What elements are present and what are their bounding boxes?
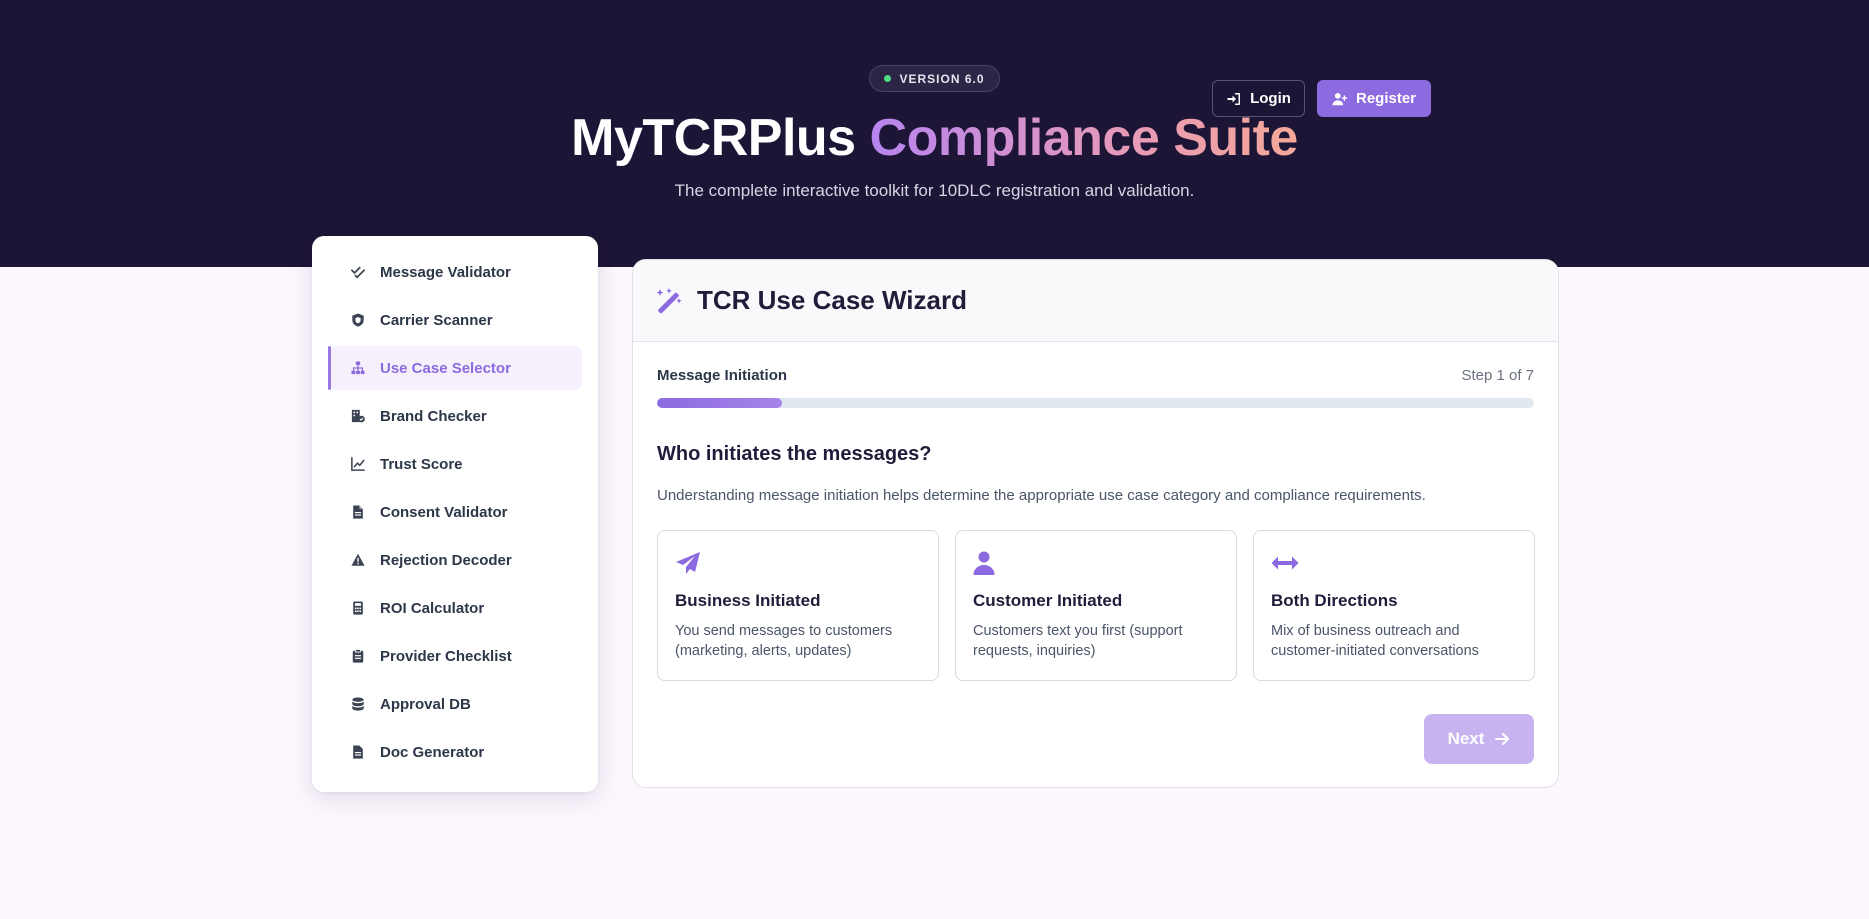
option-description: You send messages to customers (marketin…: [675, 623, 893, 659]
sidebar-item-trust-score[interactable]: Trust Score: [328, 442, 582, 486]
register-label: Register: [1355, 90, 1417, 107]
sidebar-item-roi-calculator[interactable]: ROI Calculator: [328, 586, 582, 630]
calculator-icon: [350, 600, 366, 616]
option-list: Business Initiated You send messages to …: [657, 530, 1535, 681]
sidebar-item-brand-checker[interactable]: Brand Checker: [328, 394, 582, 438]
option-title: Customer Initiated: [973, 591, 1123, 610]
sidebar-item-label: Message Validator: [380, 263, 511, 281]
version-badge: VERSION 6.0: [869, 65, 1000, 92]
sidebar-item-rejection-decoder[interactable]: Rejection Decoder: [328, 538, 582, 582]
version-label: VERSION 6.0: [899, 71, 985, 86]
option-customer-initiated[interactable]: Customer Initiated Customers text you fi…: [955, 530, 1237, 681]
hero-header: VERSION 6.0 Login Register MyTCRPlus Com…: [0, 0, 1869, 267]
building-check-icon: [350, 408, 366, 424]
page-subtitle: The complete interactive toolkit for 10D…: [674, 181, 1195, 200]
next-button[interactable]: Next: [1424, 714, 1534, 764]
sidebar-item-label: Rejection Decoder: [380, 551, 512, 569]
title-brand: MyTCRPlus: [571, 109, 870, 167]
sidebar-item-consent-validator[interactable]: Consent Validator: [328, 490, 582, 534]
progress-info: Message Initiation Step 1 of 7: [657, 367, 1534, 384]
wizard-card: TCR Use Case Wizard Message Initiation S…: [632, 259, 1559, 788]
status-dot: [884, 75, 892, 82]
sidebar-item-label: Approval DB: [380, 695, 471, 713]
wizard-header: TCR Use Case Wizard: [633, 260, 1558, 342]
next-label: Next: [1447, 729, 1485, 748]
wizard-question: Who initiates the messages?: [657, 443, 932, 465]
shield-icon: [350, 312, 366, 328]
line-chart-icon: [350, 456, 366, 472]
option-description: Mix of business outreach and customer-in…: [1271, 623, 1479, 659]
wizard-title: TCR Use Case Wizard: [697, 285, 967, 315]
sidebar-item-label: ROI Calculator: [380, 599, 485, 617]
sidebar-item-label: Use Case Selector: [380, 359, 511, 377]
step-counter: Step 1 of 7: [1461, 367, 1534, 384]
arrows-left-right-icon: [1271, 549, 1517, 577]
wizard-description: Understanding message initiation helps d…: [657, 487, 1426, 504]
sidebar-item-use-case-selector[interactable]: Use Case Selector: [328, 346, 582, 390]
option-description: Customers text you first (support reques…: [973, 623, 1183, 659]
magic-wand-icon: [656, 287, 682, 313]
clipboard-icon: [350, 648, 366, 664]
file-icon: [350, 744, 366, 760]
progress-label: Message Initiation: [657, 367, 788, 384]
sidebar-item-label: Provider Checklist: [380, 647, 512, 665]
sidebar-item-approval-db[interactable]: Approval DB: [328, 682, 582, 726]
sidebar-nav: Message Validator Carrier Scanner Use Ca…: [312, 236, 598, 792]
option-both-directions[interactable]: Both Directions Mix of business outreach…: [1253, 530, 1535, 681]
sitemap-icon: [350, 360, 366, 376]
progress-fill: [657, 398, 783, 408]
sidebar-item-doc-generator[interactable]: Doc Generator: [328, 730, 582, 774]
page-title: MyTCRPlus Compliance Suite: [0, 108, 1869, 168]
sidebar-item-label: Trust Score: [380, 455, 463, 473]
sidebar-item-label: Consent Validator: [380, 503, 508, 521]
sidebar-item-provider-checklist[interactable]: Provider Checklist: [328, 634, 582, 678]
sidebar-item-label: Doc Generator: [380, 743, 485, 761]
title-highlight: Compliance Suite: [869, 109, 1299, 167]
double-check-icon: [350, 264, 366, 280]
warning-icon: [350, 552, 366, 568]
sidebar-item-label: Carrier Scanner: [380, 311, 493, 329]
user-icon: [973, 549, 1219, 577]
option-business-initiated[interactable]: Business Initiated You send messages to …: [657, 530, 939, 681]
arrow-right-icon: [1495, 733, 1510, 745]
option-title: Business Initiated: [675, 591, 821, 610]
sidebar-item-carrier-scanner[interactable]: Carrier Scanner: [328, 298, 582, 342]
user-plus-icon: [1332, 92, 1348, 105]
database-icon: [350, 696, 366, 712]
paper-plane-icon: [675, 549, 921, 577]
sidebar-item-label: Brand Checker: [380, 407, 487, 425]
progress-bar: [657, 398, 1534, 408]
login-label: Login: [1250, 90, 1291, 107]
sign-in-icon: [1227, 92, 1241, 105]
sidebar-item-message-validator[interactable]: Message Validator: [328, 250, 582, 294]
file-icon: [350, 504, 366, 520]
option-title: Both Directions: [1271, 591, 1398, 610]
